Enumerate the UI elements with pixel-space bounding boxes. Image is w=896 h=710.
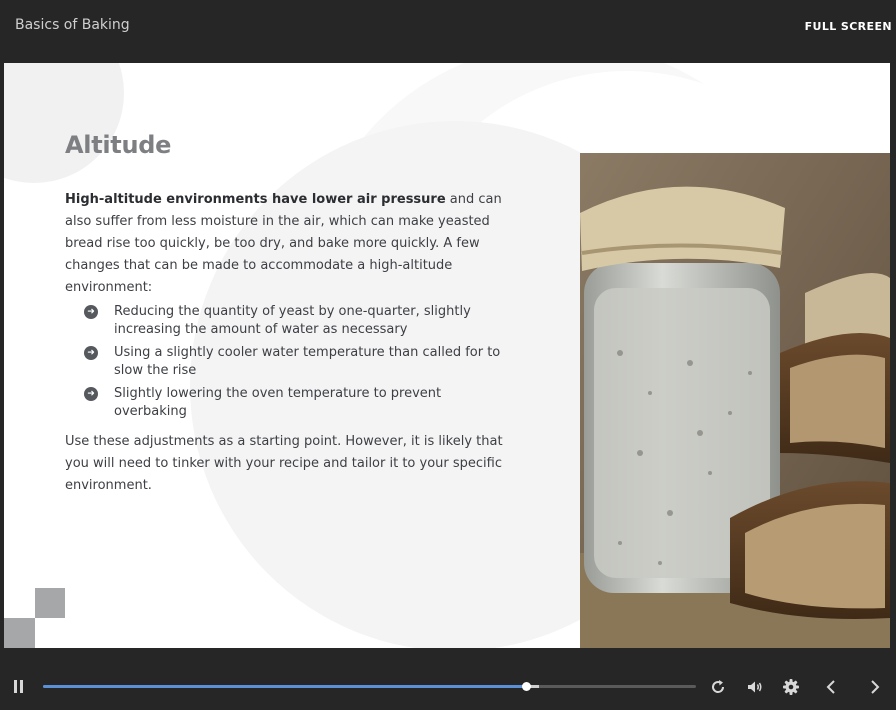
volume-button[interactable] [746,678,764,696]
intro-text: and can also suffer from less moisture i… [65,192,502,295]
list-item: ➜ Reducing the quantity of yeast by one-q… [84,303,504,339]
decorative-square [35,588,65,618]
fullscreen-button[interactable]: FULL SCREEN [805,20,892,33]
seek-bar[interactable] [43,682,696,691]
gear-icon [783,679,799,695]
list-item: ➜ Using a slightly cooler water temperatu… [84,344,504,380]
intro-paragraph: High-altitude environments have lower ai… [65,189,505,299]
pause-button[interactable] [13,680,25,694]
arrow-circle-right-icon: ➜ [84,346,98,360]
previous-slide-button[interactable] [822,678,840,696]
volume-icon [748,681,762,693]
replay-icon [712,680,725,693]
closing-paragraph: Use these adjustments as a starting poin… [65,434,503,493]
arrow-circle-right-icon: ➜ [84,387,98,401]
slide-canvas: Altitude High-altitude environments have… [4,63,890,648]
seek-bar-progress [43,685,527,688]
sourdough-illustration [580,153,890,648]
decorative-circle [4,63,124,183]
adjustment-list: ➜ Reducing the quantity of yeast by one-q… [84,303,504,426]
intro-bold-text: High-altitude environments have lower ai… [65,192,446,207]
replay-button[interactable] [709,678,727,696]
next-slide-button[interactable] [866,678,884,696]
player-controls [0,648,896,710]
settings-button[interactable] [782,678,800,696]
decorative-square [4,618,35,648]
arrow-circle-right-icon: ➜ [84,305,98,319]
slide-heading: Altitude [65,131,172,159]
chevron-right-icon [871,680,880,694]
list-item-text: Using a slightly cooler water temperatur… [114,345,501,378]
course-title: Basics of Baking [15,17,130,33]
chevron-left-icon [826,680,835,694]
top-bar: Basics of Baking FULL SCREEN [0,0,896,62]
sourdough-photo [580,153,890,648]
list-item-text: Reducing the quantity of yeast by one-qu… [114,304,471,337]
list-item: ➜ Slightly lowering the oven temperature … [84,385,504,421]
list-item-text: Slightly lowering the oven temperature t… [114,386,442,419]
seek-bar-thumb[interactable] [522,682,532,691]
